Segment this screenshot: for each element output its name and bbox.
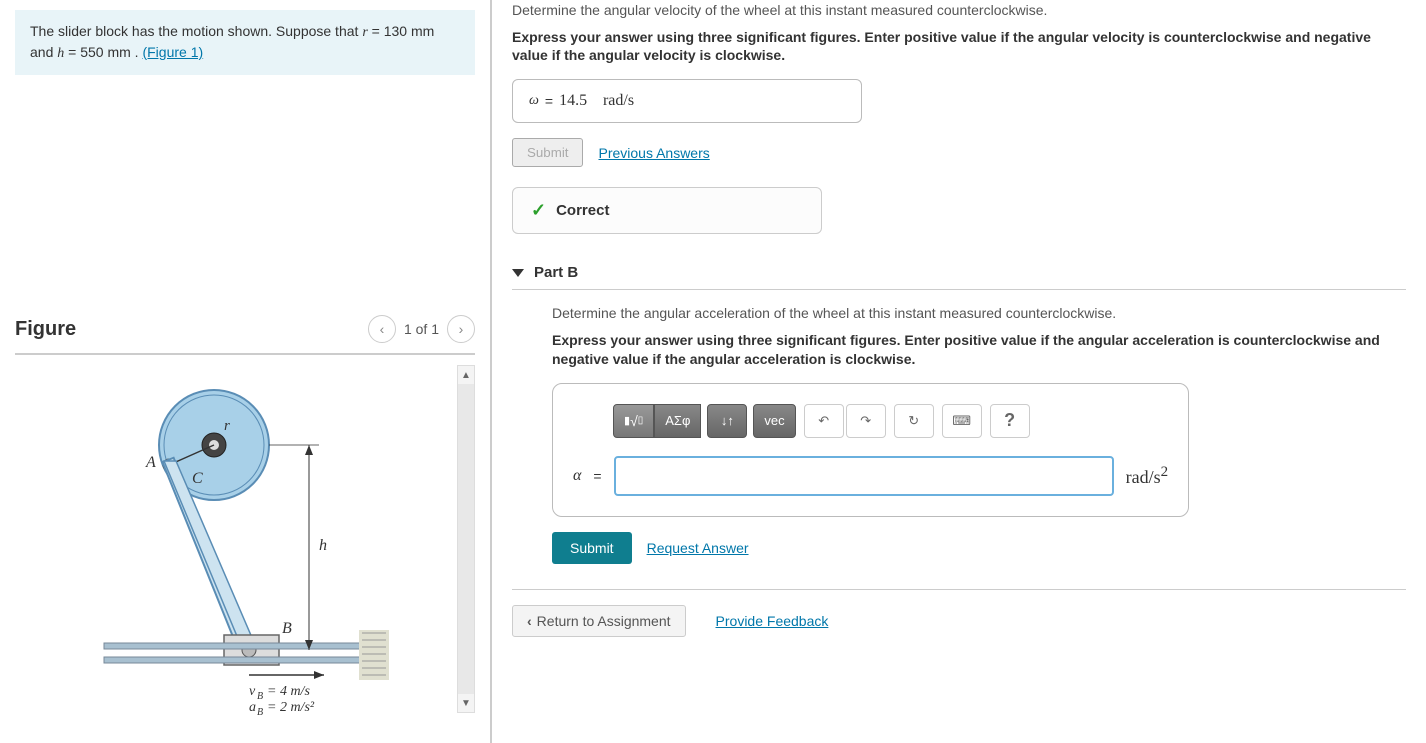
alpha-var: α	[573, 467, 581, 485]
chevron-left-icon: ‹	[527, 613, 532, 629]
scroll-down-icon[interactable]: ▼	[458, 694, 474, 712]
scroll-track[interactable]	[458, 384, 474, 694]
checkmark-icon: ✓	[531, 200, 546, 221]
return-label: Return to Assignment	[537, 613, 671, 629]
vec-button[interactable]: vec	[753, 404, 795, 438]
svg-text:h: h	[319, 537, 327, 554]
omega-var: ω	[529, 93, 539, 109]
problem-statement: The slider block has the motion shown. S…	[15, 10, 475, 75]
figure-diagram: r A C B	[15, 365, 452, 713]
partB-unit: rad/s2	[1126, 464, 1169, 488]
partB-instruction: Express your answer using three signific…	[552, 331, 1406, 367]
keyboard-button[interactable]: ⌨	[942, 404, 982, 438]
and: and	[30, 44, 57, 60]
partB-header[interactable]: Part B	[512, 264, 1406, 290]
figure-title: Figure	[15, 318, 76, 341]
equation-toolbar: ▮√▯ ΑΣφ ↓↑ vec ↶ ↷ ↻ ⌨ ?	[613, 404, 1168, 438]
prev-figure-button[interactable]: ‹	[368, 315, 396, 343]
reset-button[interactable]: ↻	[894, 404, 934, 438]
partA-question: Determine the angular velocity of the wh…	[512, 2, 1406, 18]
scroll-up-icon[interactable]: ▲	[458, 366, 474, 384]
svg-text:v: v	[249, 684, 256, 699]
figure-link[interactable]: (Figure 1)	[142, 44, 203, 60]
svg-text:C: C	[192, 470, 203, 487]
partB-input-widget: ▮√▯ ΑΣφ ↓↑ vec ↶ ↷ ↻ ⌨ ? α = rad/s2	[552, 383, 1189, 517]
svg-text:B: B	[257, 707, 263, 715]
figure-counter: 1 of 1	[404, 321, 439, 337]
previous-answers-link[interactable]: Previous Answers	[598, 145, 709, 161]
next-figure-button[interactable]: ›	[447, 315, 475, 343]
help-button[interactable]: ?	[990, 404, 1030, 438]
partA-submit-button: Submit	[512, 138, 583, 167]
provide-feedback-link[interactable]: Provide Feedback	[716, 613, 829, 629]
eq-sign-b: =	[593, 468, 601, 484]
templates-button[interactable]: ▮√▯	[613, 404, 654, 438]
figure-scrollbar[interactable]: ▲ ▼	[457, 365, 475, 713]
request-answer-link[interactable]: Request Answer	[647, 540, 749, 556]
svg-text:B: B	[282, 620, 292, 637]
return-button[interactable]: ‹ Return to Assignment	[512, 605, 686, 637]
partA-answer-value: 14.5	[559, 92, 587, 110]
svg-text:B: B	[257, 691, 263, 702]
correct-feedback: ✓ Correct	[512, 187, 822, 234]
val-r: = 130 mm	[368, 23, 435, 39]
partA-answer-box: ω = 14.5 rad/s	[512, 79, 862, 123]
subscript-button[interactable]: ↓↑	[707, 404, 747, 438]
val-h: = 550 mm .	[64, 44, 142, 60]
redo-button[interactable]: ↷	[846, 404, 886, 438]
partB-title: Part B	[534, 264, 578, 281]
partB-submit-button[interactable]: Submit	[552, 532, 632, 564]
svg-text:= 2 m/s²: = 2 m/s²	[267, 700, 315, 715]
svg-text:= 4 m/s: = 4 m/s	[267, 684, 310, 699]
svg-text:r: r	[224, 418, 230, 434]
greek-button[interactable]: ΑΣφ	[654, 404, 701, 438]
partA-instruction: Express your answer using three signific…	[512, 28, 1406, 64]
svg-text:a: a	[249, 700, 256, 715]
figure-nav: ‹ 1 of 1 ›	[368, 315, 475, 343]
collapse-icon[interactable]	[512, 269, 524, 277]
problem-text: The slider block has the motion shown. S…	[30, 23, 362, 39]
svg-text:A: A	[145, 454, 156, 471]
partA-unit: rad/s	[603, 92, 634, 110]
undo-button[interactable]: ↶	[804, 404, 844, 438]
partB-answer-input[interactable]	[614, 456, 1114, 496]
eq-sign: =	[545, 93, 553, 109]
correct-text: Correct	[556, 202, 609, 219]
partB-question: Determine the angular acceleration of th…	[552, 305, 1406, 321]
